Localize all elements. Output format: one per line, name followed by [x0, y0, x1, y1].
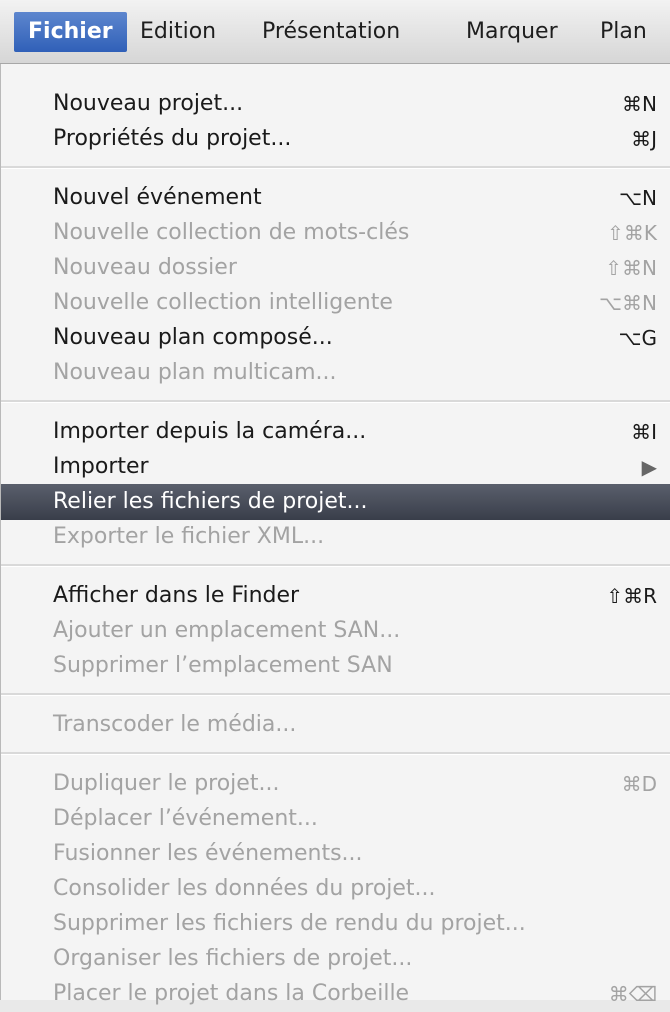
menu-item-consolider-donnees-projet: Consolider les données du projet... [1, 871, 670, 907]
menu-item-label: Nouveau projet... [53, 91, 244, 116]
fichier-dropdown-menu: Nouveau projet... ⌘N Propriétés du proje… [0, 64, 670, 1006]
menu-item-nouveau-projet[interactable]: Nouveau projet... ⌘N [1, 86, 670, 122]
menu-item-label: Relier les fichiers de projet... [53, 489, 368, 514]
menu-plan[interactable]: Plan [600, 12, 647, 52]
menu-item-shortcut: ⌘D [621, 772, 657, 796]
menu-item-organiser-fichiers-projet: Organiser les fichiers de projet... [1, 941, 670, 977]
menu-item-label: Transcoder le média... [53, 712, 297, 737]
menu-item-shortcut: ⌥⌘N [598, 291, 657, 315]
menu-item-label: Propriétés du projet... [53, 126, 292, 151]
menu-item-deplacer-evenement: Déplacer l’événement... [1, 801, 670, 837]
menu-item-nouvelle-collection-mots-cles: Nouvelle collection de mots-clés ⇧⌘K [1, 215, 670, 251]
menu-item-label: Consolider les données du projet... [53, 876, 436, 901]
menu-marquer[interactable]: Marquer [466, 12, 558, 52]
menu-item-label: Déplacer l’événement... [53, 806, 318, 831]
menu-item-label: Importer depuis la caméra... [53, 419, 367, 444]
menu-item-nouveau-dossier: Nouveau dossier ⇧⌘N [1, 250, 670, 286]
submenu-arrow-icon: ▶ [641, 455, 657, 479]
menu-item-label: Dupliquer le projet... [53, 771, 280, 796]
menu-item-label: Nouvelle collection de mots-clés [53, 220, 410, 245]
menu-separator [1, 693, 670, 696]
menu-item-shortcut: ⇧⌘R [606, 584, 657, 608]
menu-item-nouveau-plan-compose[interactable]: Nouveau plan composé... ⌥G [1, 320, 670, 356]
menu-item-transcoder-media: Transcoder le média... [1, 707, 670, 743]
menu-item-nouvelle-collection-intelligente: Nouvelle collection intelligente ⌥⌘N [1, 285, 670, 321]
menu-item-exporter-fichier-xml: Exporter le fichier XML... [1, 519, 670, 555]
menu-item-shortcut: ⇧⌘K [607, 221, 657, 245]
menu-separator [1, 752, 670, 755]
menu-fichier[interactable]: Fichier [14, 12, 127, 52]
menu-item-relier-fichiers-projet[interactable]: Relier les fichiers de projet... [1, 484, 670, 520]
menu-item-ajouter-emplacement-san: Ajouter un emplacement SAN... [1, 613, 670, 649]
menu-item-label: Supprimer les fichiers de rendu du proje… [53, 911, 526, 936]
menu-item-shortcut: ⌘I [631, 420, 657, 444]
menu-item-proprietes-du-projet[interactable]: Propriétés du projet... ⌘J [1, 121, 670, 157]
menu-item-afficher-dans-finder[interactable]: Afficher dans le Finder ⇧⌘R [1, 578, 670, 614]
menu-item-shortcut: ⌥G [618, 326, 657, 350]
menu-item-supprimer-emplacement-san: Supprimer l’emplacement SAN [1, 648, 670, 684]
menu-item-label: Nouveau plan composé... [53, 325, 333, 350]
menu-item-label: Fusionner les événements... [53, 841, 363, 866]
menu-item-label: Nouveau dossier [53, 255, 237, 280]
menu-item-placer-projet-corbeille: Placer le projet dans la Corbeille ⌘⌫ [1, 976, 670, 1012]
menu-bar: Fichier Edition Présentation Marquer Pla… [0, 0, 670, 64]
menu-item-nouvel-evenement[interactable]: Nouvel événement ⌥N [1, 180, 670, 216]
menu-item-shortcut: ⌘⌫ [608, 982, 657, 1006]
menu-presentation[interactable]: Présentation [262, 12, 400, 52]
menu-separator [1, 166, 670, 169]
menu-item-label: Afficher dans le Finder [53, 583, 300, 608]
menu-item-shortcut: ⇧⌘N [605, 256, 657, 280]
menu-item-label: Nouvel événement [53, 185, 262, 210]
menu-item-importer-depuis-camera[interactable]: Importer depuis la caméra... ⌘I [1, 414, 670, 450]
menu-separator [1, 400, 670, 403]
menu-item-nouveau-plan-multicam: Nouveau plan multicam... [1, 355, 670, 391]
menu-item-supprimer-fichiers-rendu: Supprimer les fichiers de rendu du proje… [1, 906, 670, 942]
menu-separator [1, 564, 670, 567]
menu-item-shortcut: ⌥N [618, 186, 657, 210]
menu-item-label: Supprimer l’emplacement SAN [53, 653, 393, 678]
menu-edition[interactable]: Edition [140, 12, 216, 52]
menu-item-label: Importer [53, 454, 149, 479]
menu-item-label: Nouveau plan multicam... [53, 360, 337, 385]
menu-item-label: Placer le projet dans la Corbeille [53, 981, 410, 1006]
menu-item-label: Exporter le fichier XML... [53, 524, 325, 549]
menu-item-importer[interactable]: Importer ▶ [1, 449, 670, 485]
menu-item-shortcut: ⌘J [631, 127, 657, 151]
menu-item-shortcut: ⌘N [622, 92, 657, 116]
menu-item-dupliquer-projet: Dupliquer le projet... ⌘D [1, 766, 670, 802]
menu-item-label: Organiser les fichiers de projet... [53, 946, 413, 971]
menu-item-label: Ajouter un emplacement SAN... [53, 618, 401, 643]
menu-item-label: Nouvelle collection intelligente [53, 290, 393, 315]
menu-item-fusionner-evenements: Fusionner les événements... [1, 836, 670, 872]
